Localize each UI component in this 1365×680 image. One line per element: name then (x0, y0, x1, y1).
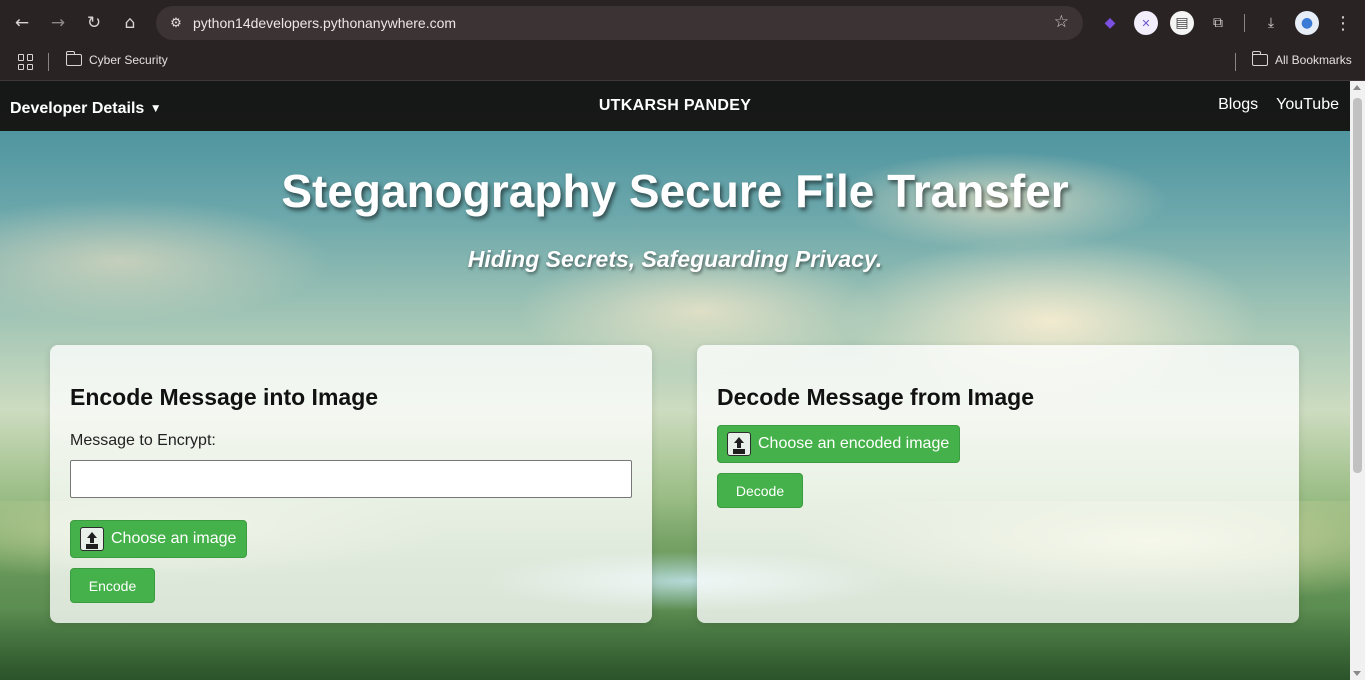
back-icon[interactable]: ← (9, 10, 35, 36)
address-bar[interactable]: ⚙ python14developers.pythonanywhere.com … (156, 6, 1083, 40)
choose-image-label: Choose an image (111, 530, 237, 547)
page-title: Steganography Secure File Transfer (281, 165, 1069, 217)
reload-icon[interactable]: ↻ (81, 10, 107, 36)
all-bookmarks-label: All Bookmarks (1275, 53, 1352, 67)
page-viewport: Developer Details ▼ UTKARSH PANDEY Blogs… (0, 81, 1350, 680)
decode-heading: Decode Message from Image (717, 384, 1035, 410)
dropdown-label: Developer Details (10, 100, 145, 117)
forward-icon[interactable]: → (45, 10, 71, 36)
bookmarks-bar: Cyber Security All Bookmarks (0, 45, 1365, 81)
encode-button[interactable]: Encode (70, 568, 155, 603)
folder-icon (65, 51, 82, 66)
decode-button[interactable]: Decode (717, 473, 803, 508)
home-icon[interactable]: ⌂ (117, 10, 143, 36)
browser-toolbar: ← → ↻ ⌂ ⚙ python14developers.pythonanywh… (0, 0, 1365, 45)
choose-encoded-image-label: Choose an encoded image (758, 435, 950, 452)
bookmark-cyber-security[interactable]: Cyber Security (65, 51, 168, 67)
site-navbar: Developer Details ▼ UTKARSH PANDEY Blogs… (0, 81, 1350, 131)
profile-extension-icon[interactable]: ✕ (1134, 11, 1158, 35)
nav-link-youtube[interactable]: YouTube (1276, 96, 1339, 114)
message-label: Message to Encrypt: (70, 432, 216, 449)
nav-link-blogs[interactable]: Blogs (1218, 96, 1258, 114)
message-input[interactable] (70, 460, 632, 498)
upload-icon (727, 432, 751, 456)
folder-icon (1251, 51, 1268, 66)
document-extension-icon[interactable]: ▤ (1170, 11, 1194, 35)
all-bookmarks-button[interactable]: All Bookmarks (1251, 51, 1352, 67)
encode-heading: Encode Message into Image (70, 384, 379, 410)
download-icon[interactable]: ⤓ (1259, 11, 1283, 35)
apps-grid-icon[interactable] (18, 54, 34, 70)
choose-image-button[interactable]: Choose an image (70, 520, 248, 558)
encode-card: Encode Message into Image Message to Enc… (50, 345, 652, 623)
brand-name: UTKARSH PANDEY (598, 97, 752, 114)
puzzle-extensions-icon[interactable]: ⧉ (1206, 11, 1230, 35)
bookmark-star-icon[interactable]: ☆ (1054, 12, 1069, 32)
flame-extension-icon[interactable]: ◆ (1098, 11, 1122, 35)
scroll-down-arrow-icon[interactable] (1353, 671, 1361, 676)
developer-details-dropdown[interactable]: Developer Details ▼ (10, 100, 159, 118)
menu-kebab-icon[interactable]: ⋮ (1331, 11, 1355, 35)
caret-down-icon: ▼ (152, 104, 160, 114)
page-subtitle: Hiding Secrets, Safeguarding Privacy. (467, 246, 883, 272)
scroll-thumb[interactable] (1353, 98, 1362, 473)
nav-links: Blogs YouTube (1218, 96, 1339, 114)
choose-encoded-image-button[interactable]: Choose an encoded image (717, 425, 961, 463)
toolbar-divider (1244, 14, 1245, 32)
url-text[interactable]: python14developers.pythonanywhere.com (193, 15, 456, 31)
bookmarks-divider-right (1235, 53, 1236, 71)
profile-avatar-icon[interactable]: ● (1295, 11, 1319, 35)
scroll-up-arrow-icon[interactable] (1353, 85, 1361, 90)
bookmark-label: Cyber Security (89, 53, 168, 67)
bookmarks-divider (48, 53, 49, 71)
site-info-icon[interactable]: ⚙ (166, 13, 186, 33)
page-scrollbar[interactable] (1350, 81, 1365, 680)
decode-card: Decode Message from Image Choose an enco… (697, 345, 1299, 623)
site-brand: UTKARSH PANDEY (0, 97, 1350, 115)
upload-icon (80, 527, 104, 551)
